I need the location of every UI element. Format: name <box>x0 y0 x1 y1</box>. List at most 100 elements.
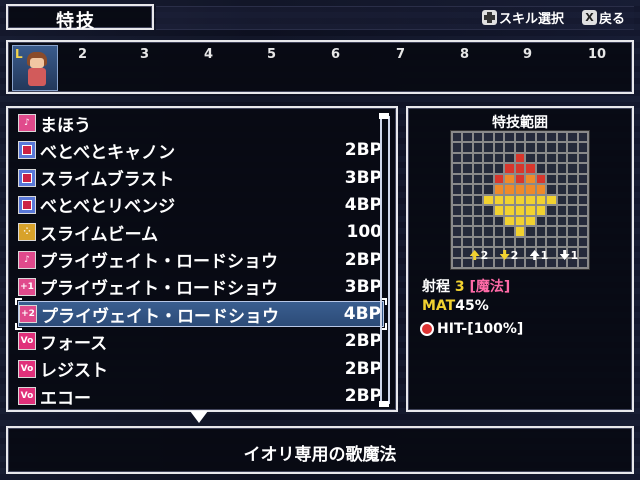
level-4[interactable]: 4 <box>204 47 213 62</box>
range-cell <box>526 143 535 152</box>
range-cell <box>557 237 567 247</box>
range-cell-active <box>484 195 493 205</box>
range-cell-active <box>505 174 514 184</box>
range-cell-active <box>536 206 546 215</box>
range-cell <box>484 143 493 152</box>
title-window: 特技 <box>6 4 154 32</box>
range-cell <box>453 237 462 247</box>
level-7[interactable]: 7 <box>396 47 405 62</box>
range-cell <box>536 216 546 226</box>
skill-name: スライムブラスト <box>40 170 175 191</box>
level-2[interactable]: 2 <box>78 47 87 62</box>
range-cell <box>557 195 567 205</box>
skill-row[interactable]: +1 プライヴェイト・ロードショウ 3BP <box>18 274 384 300</box>
range-window: 特技範囲 2 2 1 1 射程 3 [魔法] MAT45% HIT-[100%] <box>406 106 634 412</box>
range-cell-active <box>526 216 535 226</box>
skill-row[interactable]: Vo レジスト 2BP <box>18 356 384 382</box>
skill-row[interactable]: Vo フォース 2BP <box>18 328 384 354</box>
range-cell <box>484 185 493 194</box>
range-cell-active <box>505 216 514 226</box>
skill-row[interactable]: +2 プライヴェイト・ロードショウ 4BP <box>15 298 387 331</box>
range-cell-active <box>505 185 514 194</box>
skill-name: べとべとリベンジ <box>40 197 176 218</box>
skill-cost: 2BP <box>344 358 382 379</box>
range-cell <box>568 164 577 173</box>
character-portrait[interactable]: L <box>12 45 58 91</box>
range-cell <box>578 216 587 226</box>
music-icon: ♪ <box>18 114 36 132</box>
down-arrow-icon <box>559 250 570 260</box>
level-10[interactable]: 10 <box>588 47 606 62</box>
level-5[interactable]: 5 <box>267 47 276 62</box>
range-cell <box>505 237 514 247</box>
skill-cost: 2BP <box>344 140 382 161</box>
skill-name: プライヴェイト・ロードショウ <box>41 306 279 327</box>
hit-label: HIT-[100%] <box>437 321 524 337</box>
range-cell <box>505 227 514 236</box>
level-6[interactable]: 6 <box>331 47 340 62</box>
range-cell <box>494 237 504 247</box>
range-cell <box>453 174 462 184</box>
scroll-down-arrow-icon[interactable] <box>190 411 208 423</box>
range-cell <box>473 206 483 215</box>
level-3[interactable]: 3 <box>140 47 149 62</box>
range-cell-active <box>526 206 535 215</box>
range-cell <box>578 195 587 205</box>
range-cell-active <box>505 195 514 205</box>
skill-row[interactable]: ♪ まほう <box>18 110 384 136</box>
range-modifiers: 2 2 1 1 <box>464 246 584 264</box>
music-note-plus2-icon: +2 <box>19 305 37 324</box>
range-cell-active <box>536 185 546 194</box>
range-cell <box>578 206 587 215</box>
range-cell <box>463 216 472 226</box>
range-cell <box>473 174 483 184</box>
range-cell <box>526 133 535 142</box>
vo-icon: Vo <box>18 332 36 351</box>
hint-back[interactable]: X 戻る <box>582 7 625 27</box>
range-cell <box>578 164 587 173</box>
skill-row[interactable]: ⁘ スライムビーム 100 <box>18 219 384 245</box>
skill-cost: 4BP <box>344 194 382 215</box>
x-button-icon: X <box>582 9 597 25</box>
range-cell <box>536 227 546 236</box>
range-cell-active <box>536 195 546 205</box>
range-cell <box>453 248 462 257</box>
range-cell <box>484 206 493 215</box>
skill-row[interactable]: べとべとリベンジ 4BP <box>18 192 384 218</box>
range-cell-active <box>515 174 525 184</box>
skill-row[interactable]: べとべとキャノン 2BP <box>18 137 384 163</box>
range-cell <box>557 206 567 215</box>
range-cell <box>473 195 483 205</box>
skill-row[interactable]: Vo エコー 2BP <box>18 383 384 409</box>
skill-name: エコー <box>40 388 91 409</box>
range-cell <box>515 237 525 247</box>
scrollbar[interactable] <box>379 113 390 407</box>
level-9[interactable]: 9 <box>523 47 532 62</box>
range-cell <box>568 174 577 184</box>
range-cell <box>515 143 525 152</box>
skill-cost: 2BP <box>344 249 382 270</box>
range-cell <box>568 227 577 236</box>
range-cell-active <box>515 216 525 226</box>
skill-name: プライヴェイト・ロードショウ <box>40 279 278 300</box>
range-cell <box>453 258 462 267</box>
selection-cursor-corner <box>15 298 22 306</box>
range-cell <box>505 133 514 142</box>
up-arrow-icon <box>469 250 480 260</box>
range-cell <box>453 195 462 205</box>
range-cell <box>453 164 462 173</box>
range-cell <box>484 153 493 163</box>
skill-row[interactable]: スライムブラスト 3BP <box>18 165 384 191</box>
range-cell <box>578 133 587 142</box>
range-cell-active <box>494 174 504 184</box>
range-cell <box>484 216 493 226</box>
range-cell <box>494 164 504 173</box>
range-cell <box>568 216 577 226</box>
level-8[interactable]: 8 <box>460 47 469 62</box>
range-cell <box>547 237 556 247</box>
skill-description: イオリ専用の歌魔法 <box>243 445 397 465</box>
range-cell <box>578 153 587 163</box>
range-cell <box>463 143 472 152</box>
skill-row[interactable]: ♪ プライヴェイト・ロードショウ 2BP <box>18 247 384 273</box>
skill-name: レジスト <box>40 361 108 382</box>
